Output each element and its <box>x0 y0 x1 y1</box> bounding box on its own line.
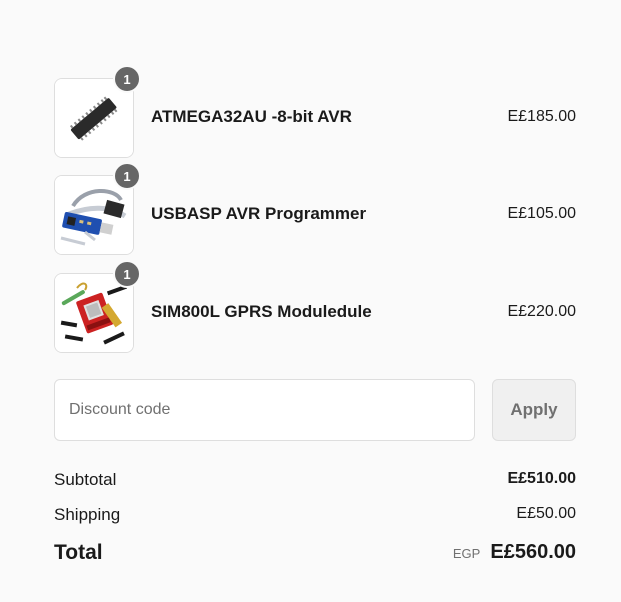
product-name: ATMEGA32AU -8-bit AVR <box>151 107 352 126</box>
line-item: 1 ATMEGA32AU -8-bit AVR E£185.00 <box>54 65 576 158</box>
quantity-badge: 1 <box>113 260 141 288</box>
product-thumbnail: 1 <box>54 162 141 255</box>
quantity-badge: 1 <box>113 65 141 93</box>
quantity-badge: 1 <box>113 162 141 190</box>
subtotal-label: Subtotal <box>54 470 117 489</box>
order-summary: 1 ATMEGA32AU -8-bit AVR E£185.00 1 USBAS… <box>0 0 621 602</box>
shipping-row: Shipping E£50.00 <box>54 505 576 529</box>
total-amount: EGP E£560.00 <box>453 541 576 564</box>
subtotal-value: E£510.00 <box>507 470 576 487</box>
product-price: E£185.00 <box>507 108 576 125</box>
product-name: USBASP AVR Programmer <box>151 204 367 223</box>
total-value: E£560.00 <box>490 541 576 563</box>
line-item: 1 SIM800L GPRS Moduledule E£220.00 <box>54 260 576 353</box>
discount-form: Apply <box>54 379 576 441</box>
discount-code-input[interactable] <box>54 379 475 441</box>
apply-discount-button[interactable]: Apply <box>492 379 576 441</box>
line-item: 1 USBASP AVR Programmer E£105.00 <box>54 162 576 255</box>
total-label: Total <box>54 541 103 564</box>
product-price: E£220.00 <box>507 303 576 320</box>
shipping-label: Shipping <box>54 505 121 524</box>
currency-code: EGP <box>452 546 481 561</box>
product-thumbnail: 1 <box>54 65 141 158</box>
product-price: E£105.00 <box>507 205 576 222</box>
product-name: SIM800L GPRS Moduledule <box>151 302 372 321</box>
shipping-value: E£50.00 <box>516 505 576 522</box>
subtotal-row: Subtotal E£510.00 <box>54 470 576 494</box>
total-row: Total EGP E£560.00 <box>54 541 576 571</box>
product-thumbnail: 1 <box>54 260 141 353</box>
